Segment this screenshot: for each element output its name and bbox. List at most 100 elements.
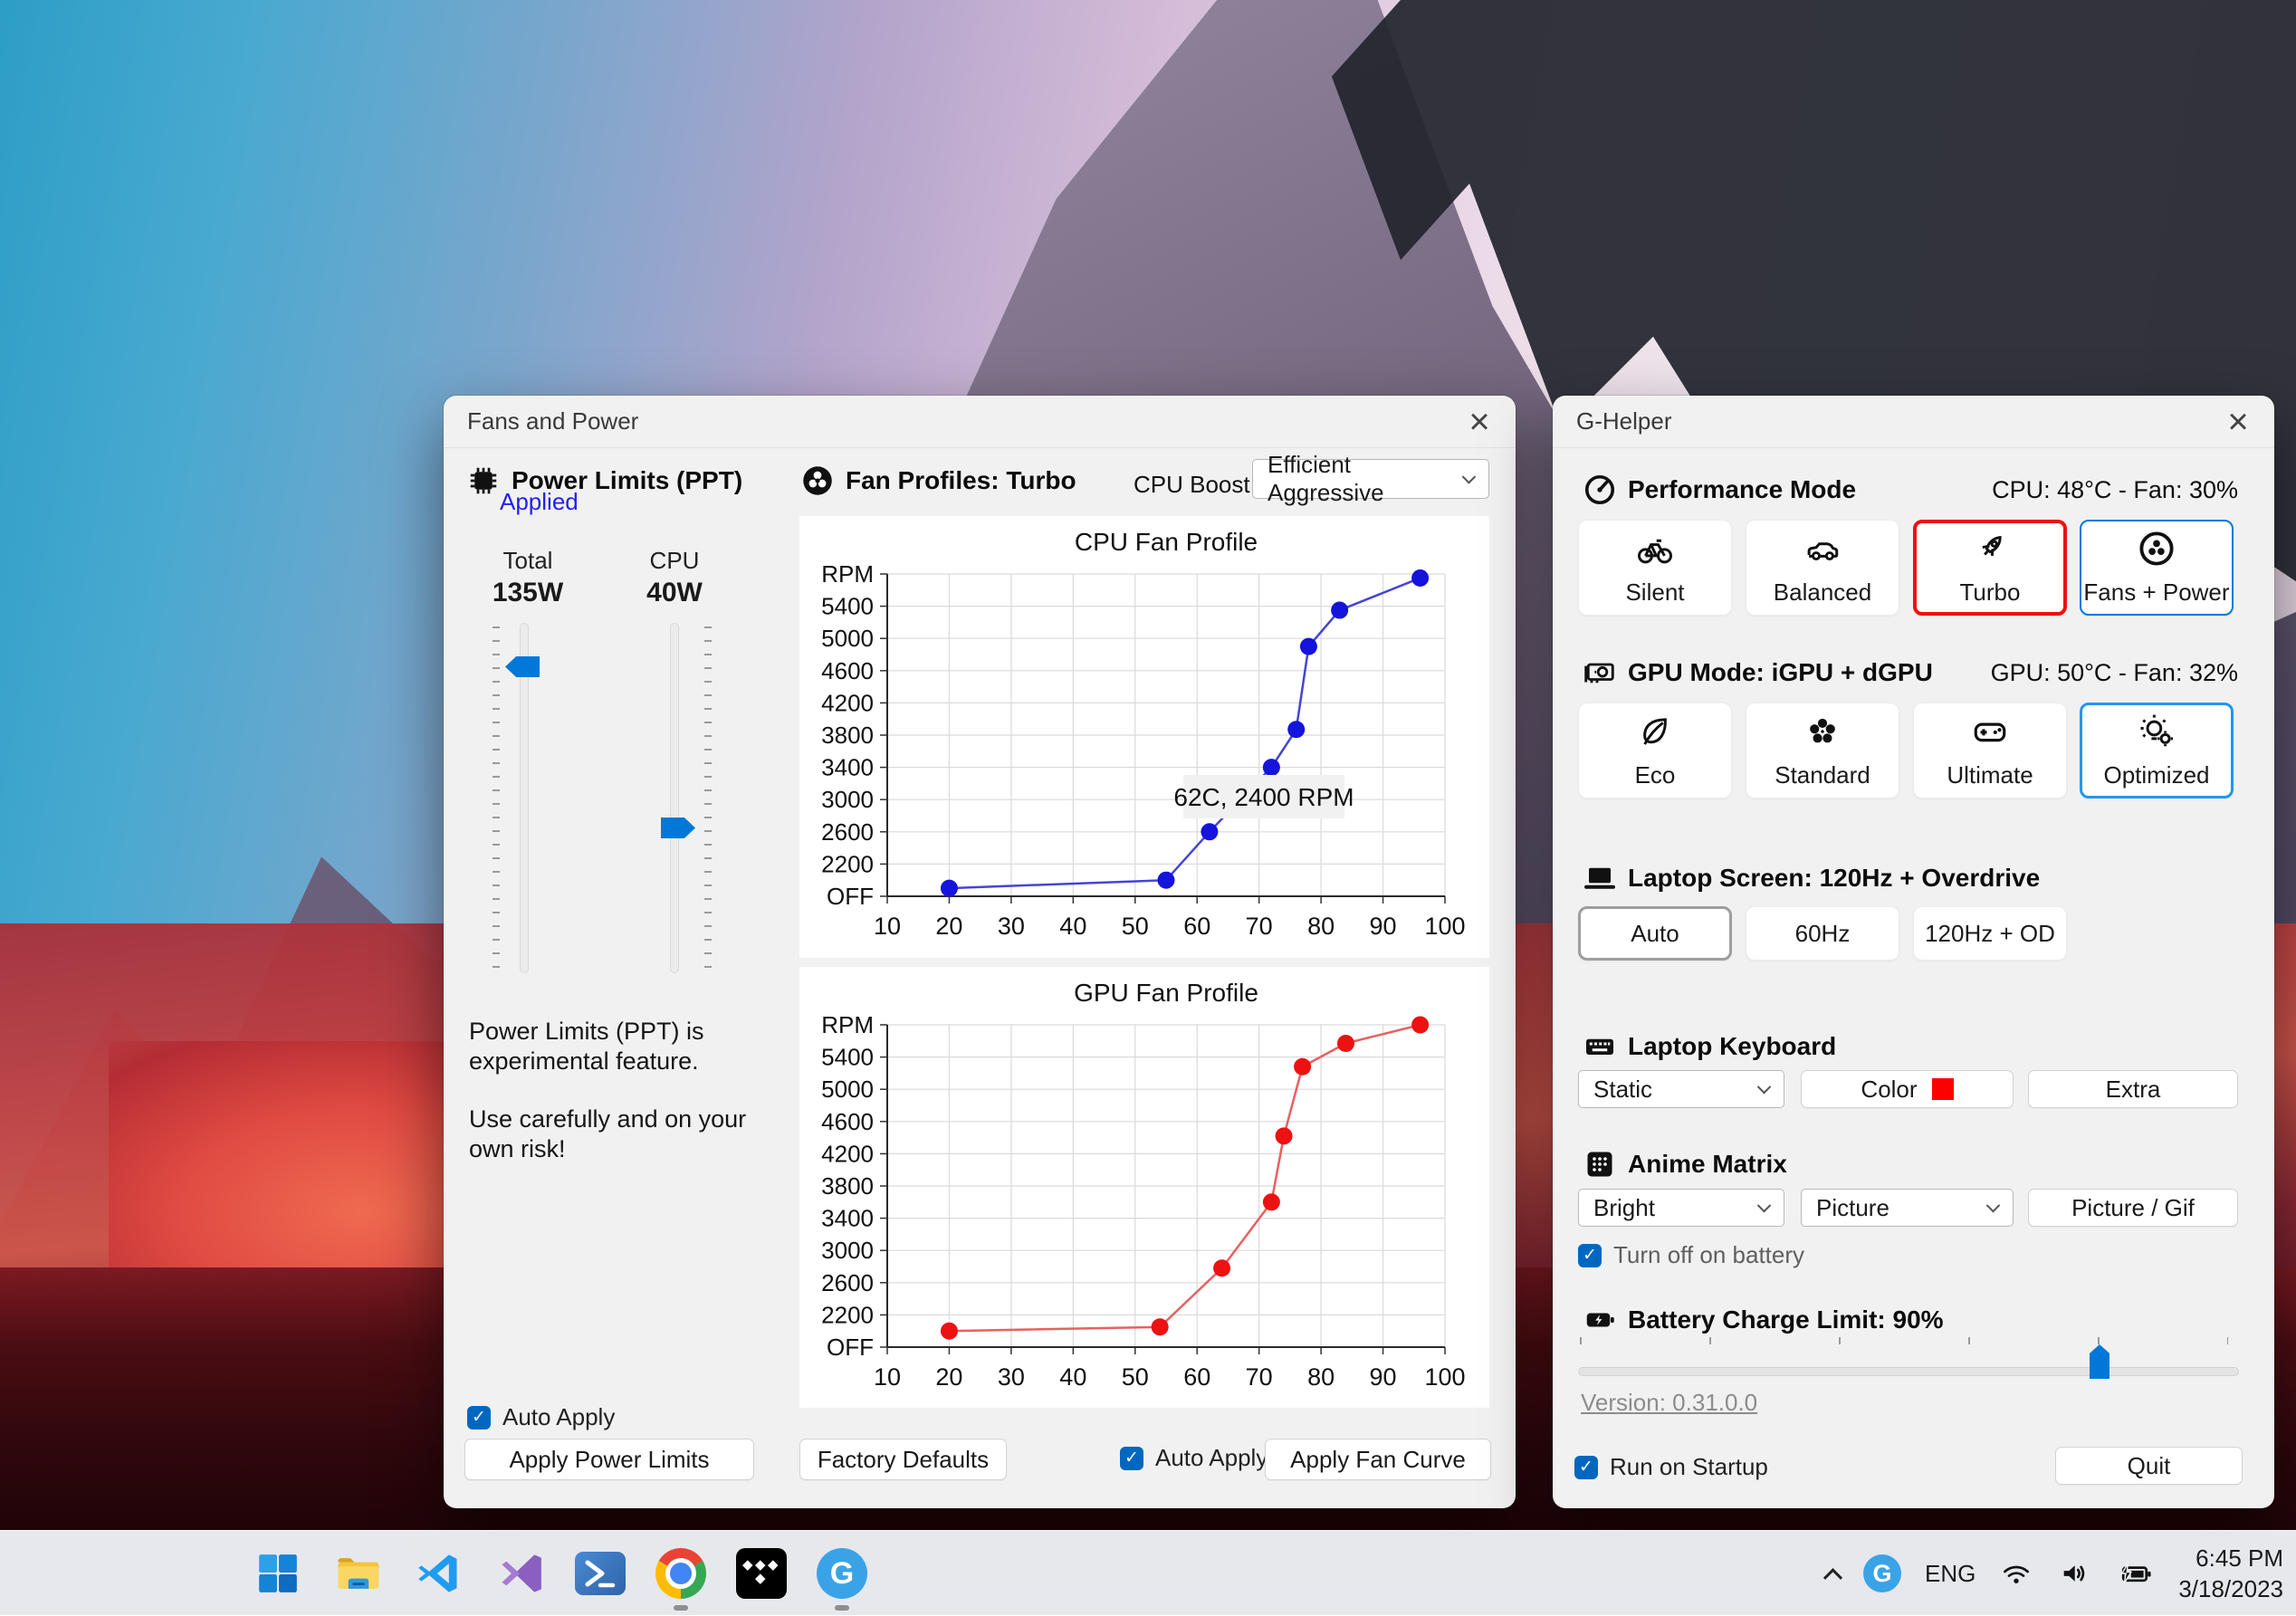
svg-text:100: 100 [1424,1363,1465,1391]
run-on-startup-label: Run on Startup [1610,1453,1768,1480]
svg-text:70: 70 [1246,1363,1273,1391]
ghelper-taskbar-button[interactable]: G [814,1545,870,1602]
fan-auto-apply-row[interactable]: ✓ Auto Apply [1120,1444,1268,1472]
svg-text:2200: 2200 [821,850,874,877]
screen-button-120hz-od[interactable]: 120Hz + OD [1913,906,2067,961]
volume-icon[interactable] [2057,1558,2091,1589]
total-slider-ticks [493,626,500,971]
gpu-button-eco[interactable]: Eco [1578,703,1732,798]
battery-charge-limit-heading: Battery Charge Limit: 90% [1583,1304,1944,1336]
svg-text:5400: 5400 [821,1044,874,1071]
gpu-button-optimized[interactable]: Optimized [2080,703,2234,798]
visual-studio-button[interactable] [492,1545,548,1602]
fan-auto-apply-checkbox[interactable]: ✓ [1120,1446,1143,1470]
apply-fan-curve-button[interactable]: Apply Fan Curve [1265,1439,1491,1480]
svg-text:CPU Fan Profile: CPU Fan Profile [1075,528,1258,556]
visual-studio-icon [502,1554,541,1592]
keyboard-color-button[interactable]: Color [1801,1070,2014,1108]
chip-icon [470,467,497,494]
ghelper-title: G-Helper [1576,407,1672,435]
svg-text:3000: 3000 [821,786,874,813]
ghelper-close-button[interactable]: × [2218,402,2258,442]
turn-off-on-battery-label: Turn off on battery [1613,1241,1805,1268]
gpu-button-ultimate[interactable]: Ultimate [1913,703,2067,798]
tray-chevron-up-icon[interactable] [1822,1567,1843,1587]
perf-button-silent[interactable]: Silent [1578,520,1732,616]
svg-text:2200: 2200 [821,1301,874,1328]
tidal-button[interactable]: ◆ ◆ ◆ ◆ [733,1545,789,1602]
svg-text:RPM: RPM [821,1011,874,1038]
chevron-down-icon [1756,1198,1772,1212]
gpu-fan-chart[interactable]: 10 20 30 40 50 60 70 80 90 100 OFF 2200 2600 3000 3400… [799,967,1489,1408]
anime-brightness-select[interactable]: Bright [1578,1189,1784,1227]
clock-time: 6:45 PM [2196,1544,2283,1572]
apply-power-limits-button[interactable]: Apply Power Limits [464,1439,754,1480]
svg-text:5000: 5000 [821,625,874,652]
fans-and-power-window: Fans and Power × Power Limits (PPT) Appl… [444,396,1516,1508]
anime-mode-select[interactable]: Picture [1801,1189,2014,1227]
power-auto-apply-checkbox[interactable]: ✓ [467,1405,491,1430]
perf-button-balanced[interactable]: Balanced [1746,520,1899,616]
cpu-boost-select[interactable]: Efficient Aggressive [1252,451,1489,506]
svg-text:40: 40 [1059,1363,1086,1391]
svg-text:30: 30 [998,1363,1025,1391]
keyboard-mode-select[interactable]: Static [1578,1070,1784,1108]
gpu-button-standard[interactable]: Standard [1746,703,1899,798]
total-slider-thumb[interactable] [505,656,540,677]
perf-button-fans-power[interactable]: Fans + Power [2080,520,2234,616]
svg-text:10: 10 [874,1363,901,1391]
cpu-slider-value: 40W [646,578,703,607]
gpu-temp-fan-stats: GPU: 50°C - Fan: 32% [1990,659,2238,686]
svg-text:70: 70 [1246,913,1273,940]
battery-slider-track[interactable] [1578,1367,2239,1376]
svg-text:62C, 2400 RPM: 62C, 2400 RPM [1173,783,1354,811]
svg-text:30: 30 [998,913,1025,940]
applied-link[interactable]: Applied [500,488,579,516]
g-helper-window: G-Helper × Performance Mode CPU: 48°C - … [1553,396,2274,1508]
cpu-slider-track[interactable] [670,623,679,973]
wifi-icon[interactable] [1999,1559,2033,1588]
vscode-button[interactable] [411,1545,467,1602]
ghelper-titlebar[interactable]: G-Helper [1553,396,2274,448]
run-on-startup-checkbox[interactable]: ✓ [1574,1455,1598,1479]
quit-button[interactable]: Quit [2055,1447,2243,1485]
performance-gauge-icon [1584,474,1615,505]
fans-window-close-button[interactable]: × [1459,402,1499,442]
svg-text:4200: 4200 [821,1140,874,1167]
gamepad-icon [1974,722,2006,741]
fans-window-titlebar[interactable]: Fans and Power [444,396,1516,448]
keyboard-extra-button[interactable]: Extra [2028,1070,2238,1108]
color-swatch [1931,1078,1954,1100]
clock[interactable]: 6:45 PM 3/18/2023 [2178,1543,2283,1604]
language-indicator[interactable]: ENG [1925,1560,1976,1588]
ghelper-tray-icon[interactable]: G [1862,1554,1901,1592]
start-button[interactable] [250,1545,306,1602]
svg-text:80: 80 [1307,913,1335,940]
run-on-startup-row[interactable]: ✓ Run on Startup [1574,1453,1768,1481]
factory-defaults-button[interactable]: Factory Defaults [799,1439,1007,1480]
cpu-fan-chart[interactable]: 10 20 30 40 50 60 70 80 90 100 OFF 2200 2600 3000 3400… [799,516,1489,958]
screen-button-auto[interactable]: Auto [1578,906,1732,961]
power-auto-apply-row[interactable]: ✓ Auto Apply [467,1403,615,1431]
svg-text:3400: 3400 [821,754,874,781]
svg-text:100: 100 [1424,913,1465,940]
turn-off-on-battery-row[interactable]: ✓ Turn off on battery [1578,1241,1804,1269]
picture-gif-button[interactable]: Picture / Gif [2028,1189,2238,1227]
svg-text:3800: 3800 [821,1172,874,1200]
car-icon [1807,541,1839,560]
chrome-button[interactable] [653,1545,709,1602]
version-link[interactable]: Version: 0.31.0.0 [1581,1389,1757,1417]
powershell-button[interactable] [572,1545,628,1602]
battery-slider-thumb[interactable] [2090,1344,2109,1379]
optimized-bulb-gear-icon [2140,714,2174,746]
cpu-slider-thumb[interactable] [661,818,695,838]
battery-tray-icon[interactable] [2115,1558,2155,1589]
screen-button-60hz[interactable]: 60Hz [1746,906,1899,961]
svg-text:OFF: OFF [827,1334,874,1361]
svg-text:90: 90 [1370,1363,1397,1391]
perf-button-turbo[interactable]: Turbo [1913,520,2067,616]
svg-text:4200: 4200 [821,689,874,716]
svg-text:4600: 4600 [821,1108,874,1135]
file-explorer-button[interactable] [330,1545,387,1602]
turn-off-on-battery-checkbox[interactable]: ✓ [1578,1243,1602,1267]
